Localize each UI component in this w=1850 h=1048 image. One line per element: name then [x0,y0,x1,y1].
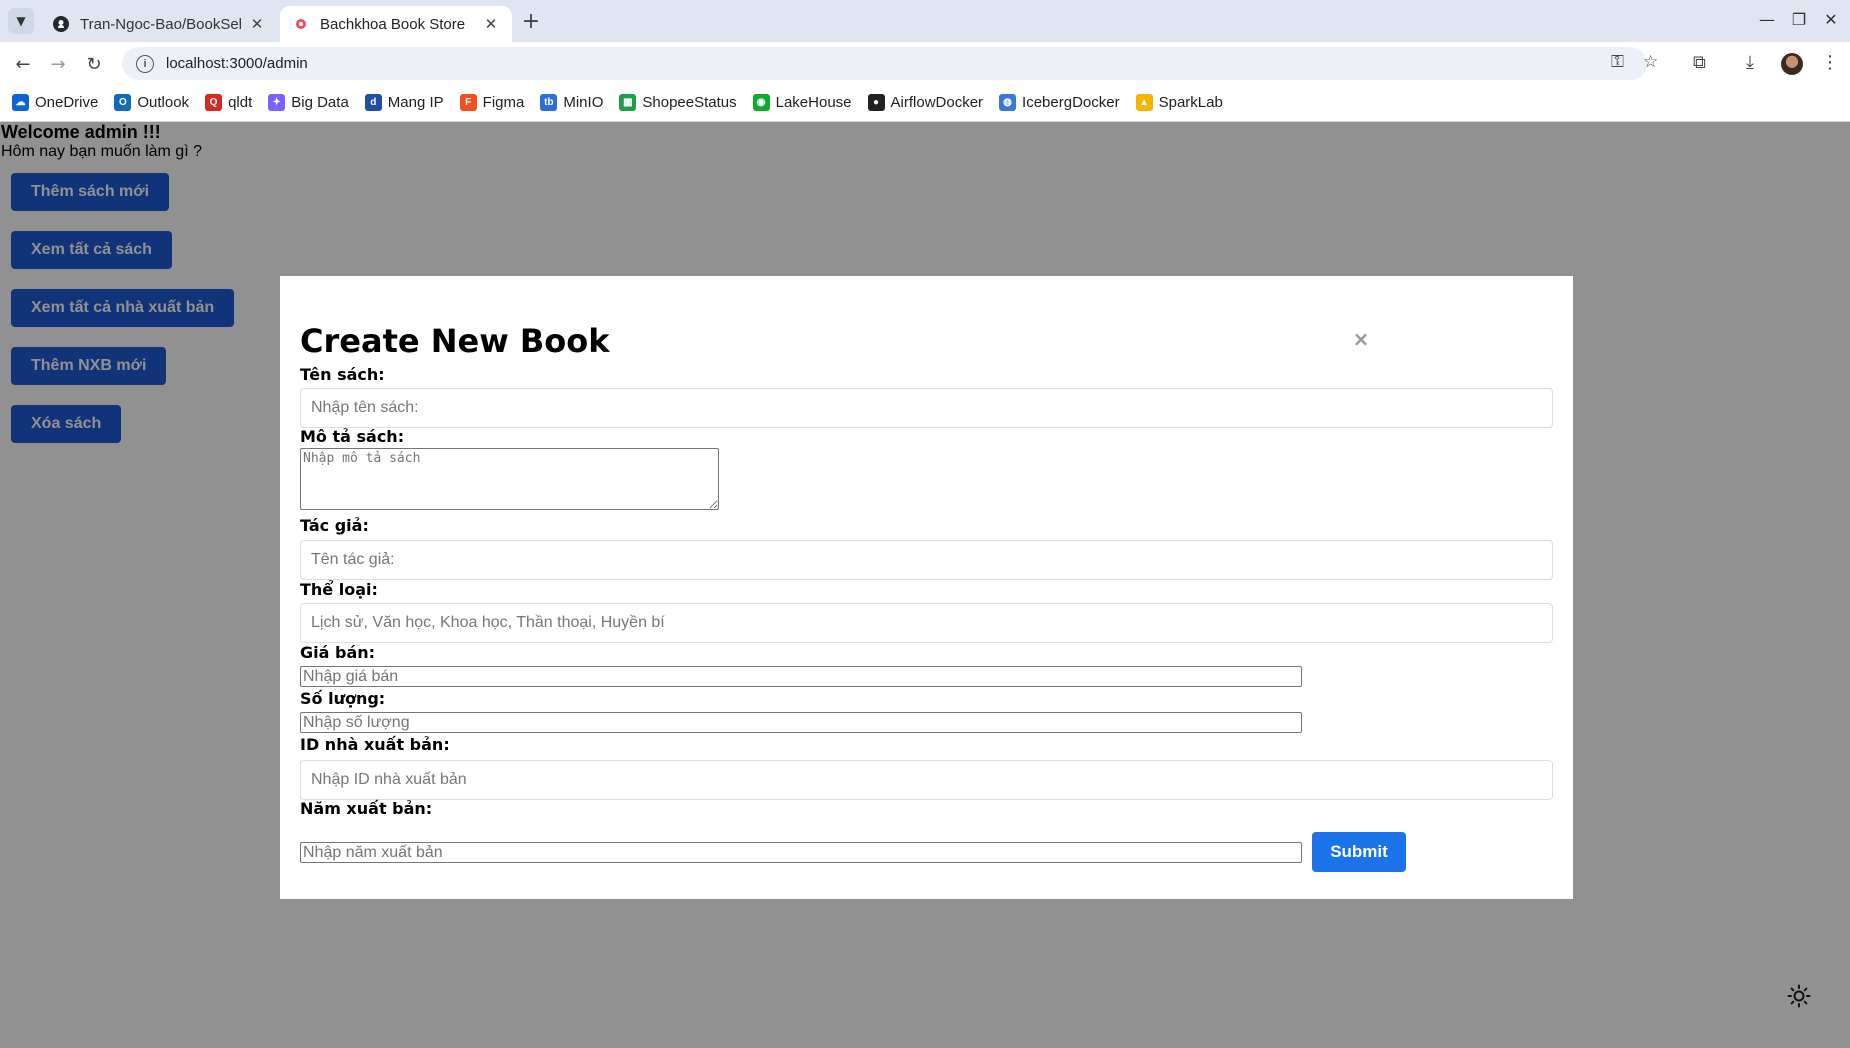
author-label: Tác giả: [300,516,369,535]
bookmark-outlook[interactable]: O Outlook [114,94,189,111]
publisher-id-input[interactable] [300,760,1553,800]
bookmark-label: LakeHouse [775,94,852,111]
publisher-id-label: ID nhà xuất bản: [300,735,450,754]
quantity-input[interactable] [300,712,1302,733]
tab-close-icon[interactable]: ✕ [248,15,266,33]
onedrive-icon: ☁ [12,94,29,111]
price-input[interactable] [300,666,1302,687]
mangip-icon: d [364,94,382,111]
globe-icon: ◍ [999,94,1017,111]
profile-avatar[interactable] [1781,53,1803,75]
menu-kebab-icon[interactable]: ⋮ [1821,52,1839,73]
admin-page: Welcome admin !!! Hôm nay bạn muốn làm g… [0,122,1850,1048]
bookmarks-bar: ☁ OneDrive O Outlook Qqldt ✦ Big Data d Mang IP F… [0,84,1850,122]
password-key-icon[interactable]: ⚿ [1611,52,1624,72]
minimize-icon[interactable]: — [1754,10,1780,29]
bookmark-label: Big Data [291,94,349,111]
tab-bachkhoa[interactable]: Bachkhoa Book Store ✕ [280,6,512,42]
bookmark-qldt[interactable]: Qqldt [205,94,252,111]
extensions-icon[interactable]: ⧉ [1693,52,1706,73]
bookmark-figma[interactable]: F Figma [459,94,525,111]
description-textarea[interactable] [300,448,719,510]
bookmark-label: OneDrive [35,94,99,111]
window-close-icon[interactable]: ✕ [1818,10,1844,29]
tab-title: Bachkhoa Book Store [320,15,466,33]
lakehouse-icon: ◉ [752,94,770,111]
description-label: Mô tả sách: [300,427,405,446]
sheets-icon: ▦ [619,94,637,111]
price-label: Giá bán: [300,643,376,662]
site-info-icon[interactable]: i [136,54,154,73]
bookmark-onedrive[interactable]: ☁ OneDrive [12,94,98,111]
create-book-modal: Create New Book × Tên sách: Mô tả sách: … [280,276,1573,899]
bookmark-label: ShopeeStatus [642,94,737,111]
bigdata-icon: ✦ [268,94,286,111]
drive-icon: ▲ [1135,94,1153,111]
bookmark-label: AirflowDocker [890,94,984,111]
genre-label: Thể loại: [300,580,378,599]
bookmark-label: MinIO [563,94,604,111]
back-arrow-icon[interactable]: ← [9,50,37,78]
react-icon [292,15,310,33]
github-icon [52,15,70,33]
modal-title: Create New Book [300,322,610,360]
bookmark-label: Mang IP [387,94,444,111]
bookmark-label: qldt [228,94,253,111]
url-bar[interactable]: i localhost:3000/admin [122,47,1647,80]
year-label: Năm xuất bản: [300,799,433,818]
tab-title: Tran-Ngoc-Bao/BookSel [80,15,243,33]
url-text: localhost:3000/admin [166,55,308,72]
bookmark-label: IcebergDocker [1022,94,1120,111]
outlook-icon: O [114,94,132,111]
github-icon: ● [867,94,885,111]
tab-close-icon[interactable]: ✕ [482,15,500,33]
bookmark-airflowdocker[interactable]: ● AirflowDocker [867,94,984,111]
author-input[interactable] [300,540,1553,580]
year-input[interactable] [300,842,1302,863]
bookmark-star-icon[interactable]: ☆ [1643,52,1658,72]
book-name-input[interactable] [300,388,1553,428]
browser-tab-bar: ▼ Tran-Ngoc-Bao/BookSel ✕ Bachkhoa Book … [0,0,1850,42]
close-icon[interactable]: × [1351,329,1371,349]
genre-input[interactable] [300,603,1553,643]
qldt-icon: Q [205,94,223,111]
quantity-label: Số lượng: [300,689,386,708]
forward-arrow-icon[interactable]: → [44,50,72,78]
bookmark-label: Figma [482,94,525,111]
submit-button[interactable]: Submit [1312,832,1406,872]
bookmark-label: SparkLab [1158,94,1223,111]
bookmark-big-data[interactable]: ✦ Big Data [268,94,349,111]
new-tab-plus-icon[interactable]: + [518,8,544,34]
bookmark-label: Outlook [137,94,190,111]
bookmark-mang-ip[interactable]: d Mang IP [364,94,444,111]
figma-icon: F [459,94,477,111]
tab-github[interactable]: Tran-Ngoc-Bao/BookSel ✕ [40,6,278,42]
bookmark-lakehouse[interactable]: ◉ LakeHouse [752,94,852,111]
address-toolbar: ← → ↻ i localhost:3000/admin ⚿ ☆ ⧉ ⤓ ⋮ [0,42,1850,84]
reload-icon[interactable]: ↻ [80,50,108,78]
bookmark-icebergdocker[interactable]: ◍ IcebergDocker [999,94,1120,111]
bookmark-sparklab[interactable]: ▲ SparkLab [1135,94,1223,111]
restore-icon[interactable]: ❐ [1786,10,1812,29]
book-name-label: Tên sách: [300,365,385,384]
bookmark-shopeestatus[interactable]: ▦ ShopeeStatus [619,94,737,111]
minio-icon: tb [540,94,558,111]
theme-toggle-sun-icon[interactable] [1787,984,1811,1008]
bookmark-minio[interactable]: tb MinIO [540,94,603,111]
download-icon[interactable]: ⤓ [1746,52,1754,73]
tab-list-chevron-icon[interactable]: ▼ [8,8,34,34]
